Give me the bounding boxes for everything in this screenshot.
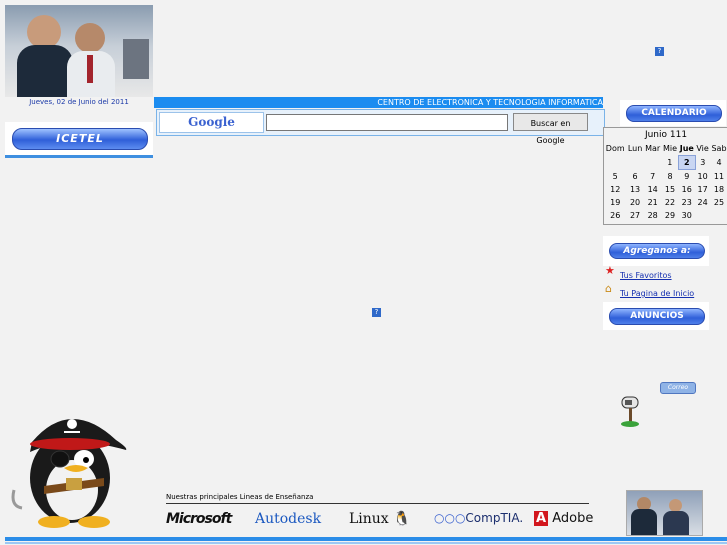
google-search-button[interactable]: Buscar en Google — [513, 113, 588, 145]
icetel-panel: ICETEL — [5, 122, 153, 158]
calendar-day[interactable]: 7 — [644, 170, 662, 184]
calendar-day[interactable]: 16 — [678, 183, 695, 196]
calendar-weekday: Sab — [711, 143, 727, 153]
calendar-day[interactable]: 11 — [710, 170, 727, 184]
broken-image-icon-center: ? — [372, 308, 381, 317]
calendar-day[interactable]: 2 — [677, 155, 696, 170]
adobe-a-icon: A — [534, 511, 549, 526]
calendar-day[interactable]: 5 — [604, 170, 626, 184]
calendar-header-panel: CALENDARIO — [620, 100, 726, 126]
calendar-day[interactable]: 26 — [604, 209, 626, 222]
comptia-logo-text: CompTIA. — [465, 511, 524, 525]
footer-bar — [5, 537, 727, 541]
calendar-day[interactable]: 1 — [662, 156, 679, 170]
calendar-day[interactable]: 22 — [662, 196, 679, 209]
calendar-day[interactable]: 19 — [604, 196, 626, 209]
autodesk-logo: Autodesk — [255, 511, 322, 527]
calendar-week: 26 27 28 29 30 — [604, 209, 727, 222]
calendar-day[interactable]: 23 — [678, 196, 695, 209]
calendar-day[interactable]: 6 — [626, 170, 643, 184]
anuncios-button[interactable]: ANUNCIOS — [609, 308, 705, 325]
inicio-link[interactable]: Tu Pagina de Inicio — [620, 289, 694, 298]
inicio-row: ⌂ Tu Pagina de Inicio — [603, 283, 723, 299]
linux-logo: Linux 🐧 — [349, 511, 411, 527]
calendar-day[interactable]: 8 — [662, 170, 679, 184]
google-search-bar: Google Buscar en Google — [156, 109, 605, 145]
panel-divider — [5, 155, 153, 158]
google-search-input[interactable] — [266, 114, 508, 131]
calendar-weekday: Lun — [627, 143, 643, 153]
calendar-week: 19 20 21 22 23 24 25 — [604, 196, 727, 209]
header-photo-businessmen — [5, 5, 153, 97]
calendar-weekday: Dom — [605, 143, 625, 153]
calendar-weekday: Jue — [679, 143, 694, 153]
agreganos-button: Agreganos a: — [609, 243, 705, 259]
calendar-weekday: Mar — [645, 143, 661, 153]
calendar-day[interactable]: 17 — [695, 183, 710, 196]
calendar-day[interactable]: 27 — [626, 209, 643, 222]
comptia-circles-icon: ○○○ — [434, 511, 466, 525]
adobe-logo: A Adobe — [534, 511, 593, 526]
icetel-button[interactable]: ICETEL — [12, 128, 148, 150]
favoritos-row: ★ Tus Favoritos — [603, 265, 723, 281]
microsoft-logo: Microsoft — [166, 511, 232, 527]
google-logo-text: Google — [188, 115, 235, 129]
calendar-day[interactable]: 4 — [710, 156, 727, 170]
calendar-day[interactable]: 28 — [644, 209, 662, 222]
calendar-day[interactable]: 24 — [695, 196, 710, 209]
home-icon: ⌂ — [605, 282, 612, 295]
calendar-button[interactable]: CALENDARIO — [626, 105, 722, 122]
agreganos-panel: Agreganos a: — [603, 236, 709, 266]
pirate-penguin-icon — [11, 418, 127, 528]
google-logo: Google — [159, 112, 264, 133]
calendar-day[interactable]: 12 — [604, 183, 626, 196]
calendar-grid: Dom Lun Mar Mie Jue Vie Sab 1 2 3 4 5 6 7 8 9 10 11 12 13 1… — [604, 141, 727, 222]
broken-image-icon: ? — [655, 47, 664, 56]
calendar-day[interactable]: 21 — [644, 196, 662, 209]
calendar-day[interactable]: 14 — [644, 183, 662, 196]
calendar-empty-cell — [626, 156, 643, 170]
calendar-widget: Junio 111 Dom Lun Mar Mie Jue Vie Sab 12345678… — [603, 127, 727, 225]
lineas-ensenanza-label: Nuestras principales Lineas de Enseñanza — [166, 493, 314, 501]
comptia-logo: ○○○CompTIA. — [434, 511, 523, 525]
lineas-divider — [166, 503, 589, 504]
linux-logo-text: Linux — [349, 511, 389, 527]
mailbox-icon[interactable] — [619, 395, 641, 429]
calendar-empty-cell — [604, 156, 626, 170]
calendar-day[interactable]: 3 — [695, 156, 710, 170]
footer-photo-office — [626, 490, 703, 536]
tux-icon: 🐧 — [393, 511, 411, 527]
calendar-day[interactable]: 25 — [710, 196, 727, 209]
calendar-weekday: Vie — [696, 143, 709, 153]
calendar-week: 5 6 7 8 9 10 11 — [604, 170, 727, 184]
current-date: Jueves, 02 de Junio del 2011 — [29, 98, 129, 106]
calendar-weekday: Mie — [662, 143, 678, 153]
calendar-empty-cell — [695, 209, 710, 222]
correo-button[interactable]: Correo — [660, 382, 696, 394]
calendar-week: 12 13 14 15 16 17 18 — [604, 183, 727, 196]
calendar-day[interactable]: 18 — [710, 183, 727, 196]
site-banner-title: CENTRO DE ELECTRONICA Y TECNOLOGIA INFOR… — [154, 97, 603, 108]
calendar-day[interactable]: 10 — [695, 170, 710, 184]
calendar-month-title: Junio 111 — [644, 130, 688, 140]
calendar-empty-cell — [644, 156, 662, 170]
favoritos-link[interactable]: Tus Favoritos — [620, 271, 672, 280]
calendar-day[interactable]: 9 — [678, 170, 695, 184]
calendar-day[interactable]: 30 — [678, 209, 695, 222]
calendar-day[interactable]: 13 — [626, 183, 643, 196]
star-icon: ★ — [605, 264, 615, 277]
calendar-week: 1234 — [604, 155, 727, 170]
calendar-day[interactable]: 29 — [662, 209, 679, 222]
calendar-empty-cell — [710, 209, 727, 222]
calendar-day[interactable]: 20 — [626, 196, 643, 209]
calendar-day[interactable]: 15 — [662, 183, 679, 196]
footer-bar-light — [5, 542, 727, 544]
adobe-logo-text: Adobe — [552, 511, 594, 526]
anuncios-panel: ANUNCIOS — [603, 302, 709, 330]
